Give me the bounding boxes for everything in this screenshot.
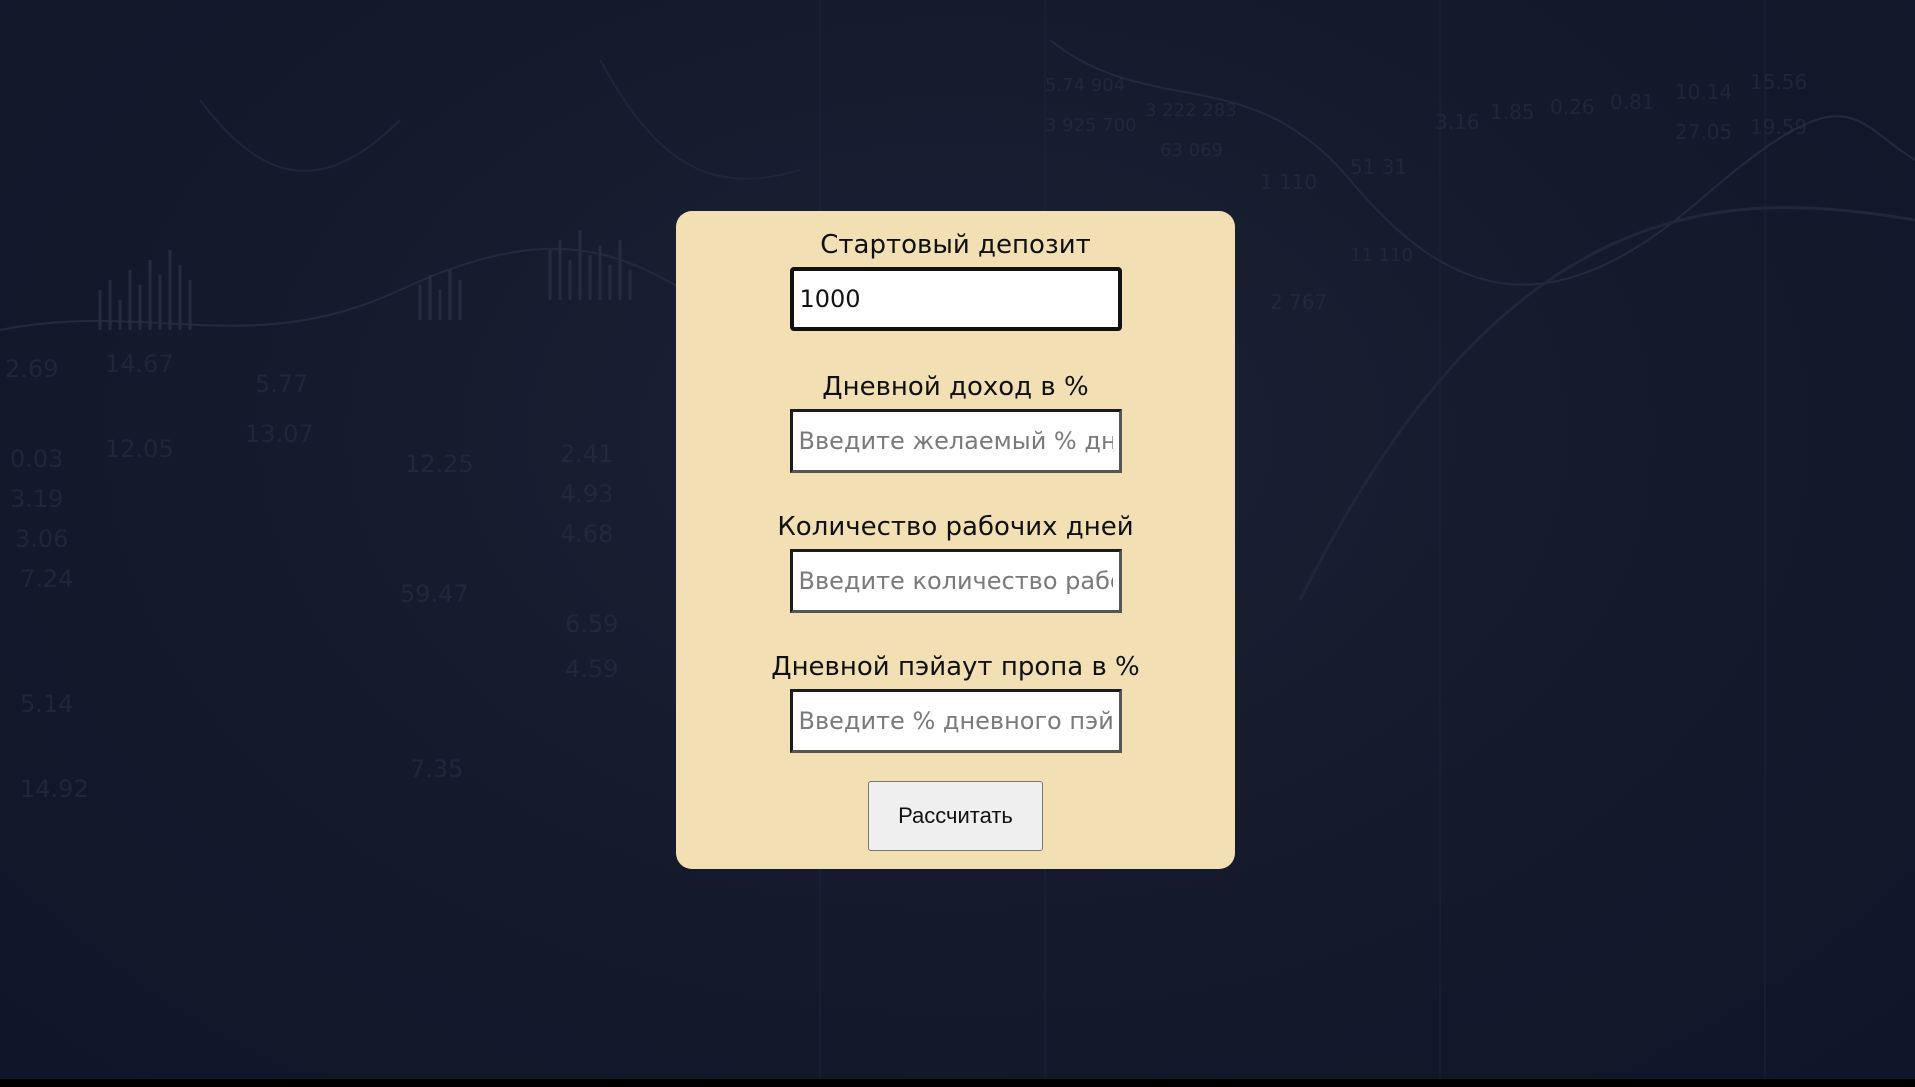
bg-number: 11 110	[1350, 245, 1413, 266]
daily-payout-label: Дневной пэйаут пропа в %	[771, 652, 1140, 682]
field-group-daily-payout: Дневной пэйаут пропа в %	[676, 651, 1235, 753]
bg-number: 1 110	[1260, 170, 1318, 194]
bg-number: 4.93	[560, 480, 614, 508]
bg-number: 27.05	[1675, 120, 1733, 144]
bg-number: 6.59	[565, 610, 619, 638]
bg-number: 15.56	[1750, 70, 1808, 94]
bg-number: 4.59	[565, 655, 619, 683]
bg-number: 12.25	[405, 450, 474, 478]
bg-number: 14.92	[20, 775, 89, 803]
bg-number: 0.03	[10, 445, 64, 473]
bg-number: 1.85	[1490, 100, 1535, 124]
bg-number: 5.77	[255, 370, 309, 398]
page-background: 2.69 14.67 5.77 0.03 12.05 13.07 3.19 3.…	[0, 0, 1915, 1087]
daily-income-input[interactable]	[789, 409, 1122, 473]
bg-number: 7.24	[20, 565, 74, 593]
bg-number: 3 222 283	[1145, 100, 1237, 121]
bg-number: 7.35	[410, 755, 464, 783]
bg-number: 2.69	[5, 355, 59, 383]
bg-number: 13.07	[245, 420, 314, 448]
bg-number: 19.59	[1750, 115, 1808, 139]
bg-number: 51 31	[1350, 155, 1408, 179]
bg-number: 14.67	[105, 350, 174, 378]
bg-number: 3.16	[1435, 110, 1480, 134]
calculate-button[interactable]: Рассчитать	[868, 781, 1043, 851]
bg-number: 3 925 700	[1045, 115, 1137, 136]
bg-number: 2.41	[560, 440, 614, 468]
working-days-label: Количество рабочих дней	[777, 512, 1134, 542]
working-days-input[interactable]	[789, 549, 1122, 613]
start-deposit-input[interactable]	[789, 267, 1122, 331]
bg-number: 0.26	[1550, 95, 1595, 119]
field-group-daily-income: Дневной доход в %	[676, 371, 1235, 473]
bottom-bar	[0, 1079, 1915, 1087]
daily-payout-input[interactable]	[789, 689, 1122, 753]
bg-number: 10.14	[1675, 80, 1733, 104]
daily-income-label: Дневной доход в %	[822, 372, 1089, 402]
bg-number: 12.05	[105, 435, 174, 463]
bg-number: 3.19	[10, 485, 64, 513]
bg-number: 5.74 904	[1045, 75, 1126, 96]
bg-number: 63 069	[1160, 140, 1223, 161]
field-group-start-deposit: Стартовый депозит	[676, 229, 1235, 331]
bg-number: 0.81	[1610, 90, 1655, 114]
field-group-working-days: Количество рабочих дней	[676, 511, 1235, 613]
bg-number: 5.14	[20, 690, 74, 718]
bg-number: 59.47	[400, 580, 469, 608]
start-deposit-label: Стартовый депозит	[820, 230, 1091, 260]
calculator-card: Стартовый депозит Дневной доход в % Коли…	[676, 211, 1235, 869]
